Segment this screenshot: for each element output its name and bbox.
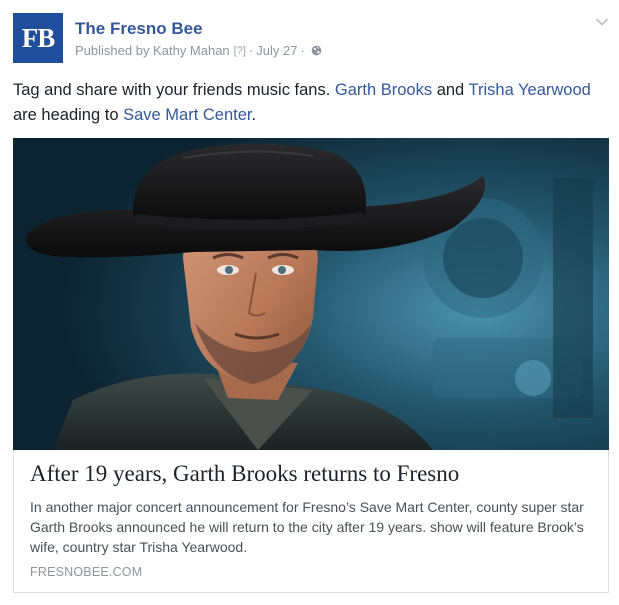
post-text-segment: and xyxy=(432,81,469,99)
post-date-link[interactable]: July 27 xyxy=(256,43,297,58)
link-preview-card[interactable]: After 19 years, Garth Brooks returns to … xyxy=(13,138,609,593)
card-description: In another major concert announcement fo… xyxy=(30,499,584,555)
post-text-segment: are heading to xyxy=(13,106,124,124)
link-save-mart-center[interactable]: Save Mart Center xyxy=(123,106,251,124)
link-trisha-yearwood[interactable]: Trisha Yearwood xyxy=(469,81,591,99)
cowboy-portrait-illustration xyxy=(13,138,609,450)
help-marker[interactable]: [?] xyxy=(234,45,246,57)
published-by-text: Published by Kathy Mahan xyxy=(75,43,230,58)
link-garth-brooks[interactable]: Garth Brooks xyxy=(335,81,432,99)
page-avatar[interactable]: FB xyxy=(13,13,63,63)
chevron-down-icon[interactable] xyxy=(595,17,609,27)
post-text-segment: . xyxy=(251,106,257,124)
meta-separator: · xyxy=(300,43,305,58)
post-meta: Published by Kathy Mahan [?] · July 27 · xyxy=(75,43,322,58)
page-name-link[interactable]: The Fresno Bee xyxy=(75,19,203,39)
post-message: Tag and share with your friends music fa… xyxy=(13,78,603,128)
meta-separator: · xyxy=(248,43,254,58)
card-image[interactable] xyxy=(13,138,609,450)
globe-icon[interactable] xyxy=(311,45,322,56)
post-header: FB The Fresno Bee Published by Kathy Mah… xyxy=(13,13,609,63)
page-logo-text: FB xyxy=(21,22,56,53)
card-domain: FRESNOBEE.COM xyxy=(30,565,143,579)
facebook-post: FB The Fresno Bee Published by Kathy Mah… xyxy=(0,0,619,605)
post-text-segment: Tag and share with your friends music fa… xyxy=(13,81,335,99)
card-title[interactable]: After 19 years, Garth Brooks returns to … xyxy=(30,461,595,487)
